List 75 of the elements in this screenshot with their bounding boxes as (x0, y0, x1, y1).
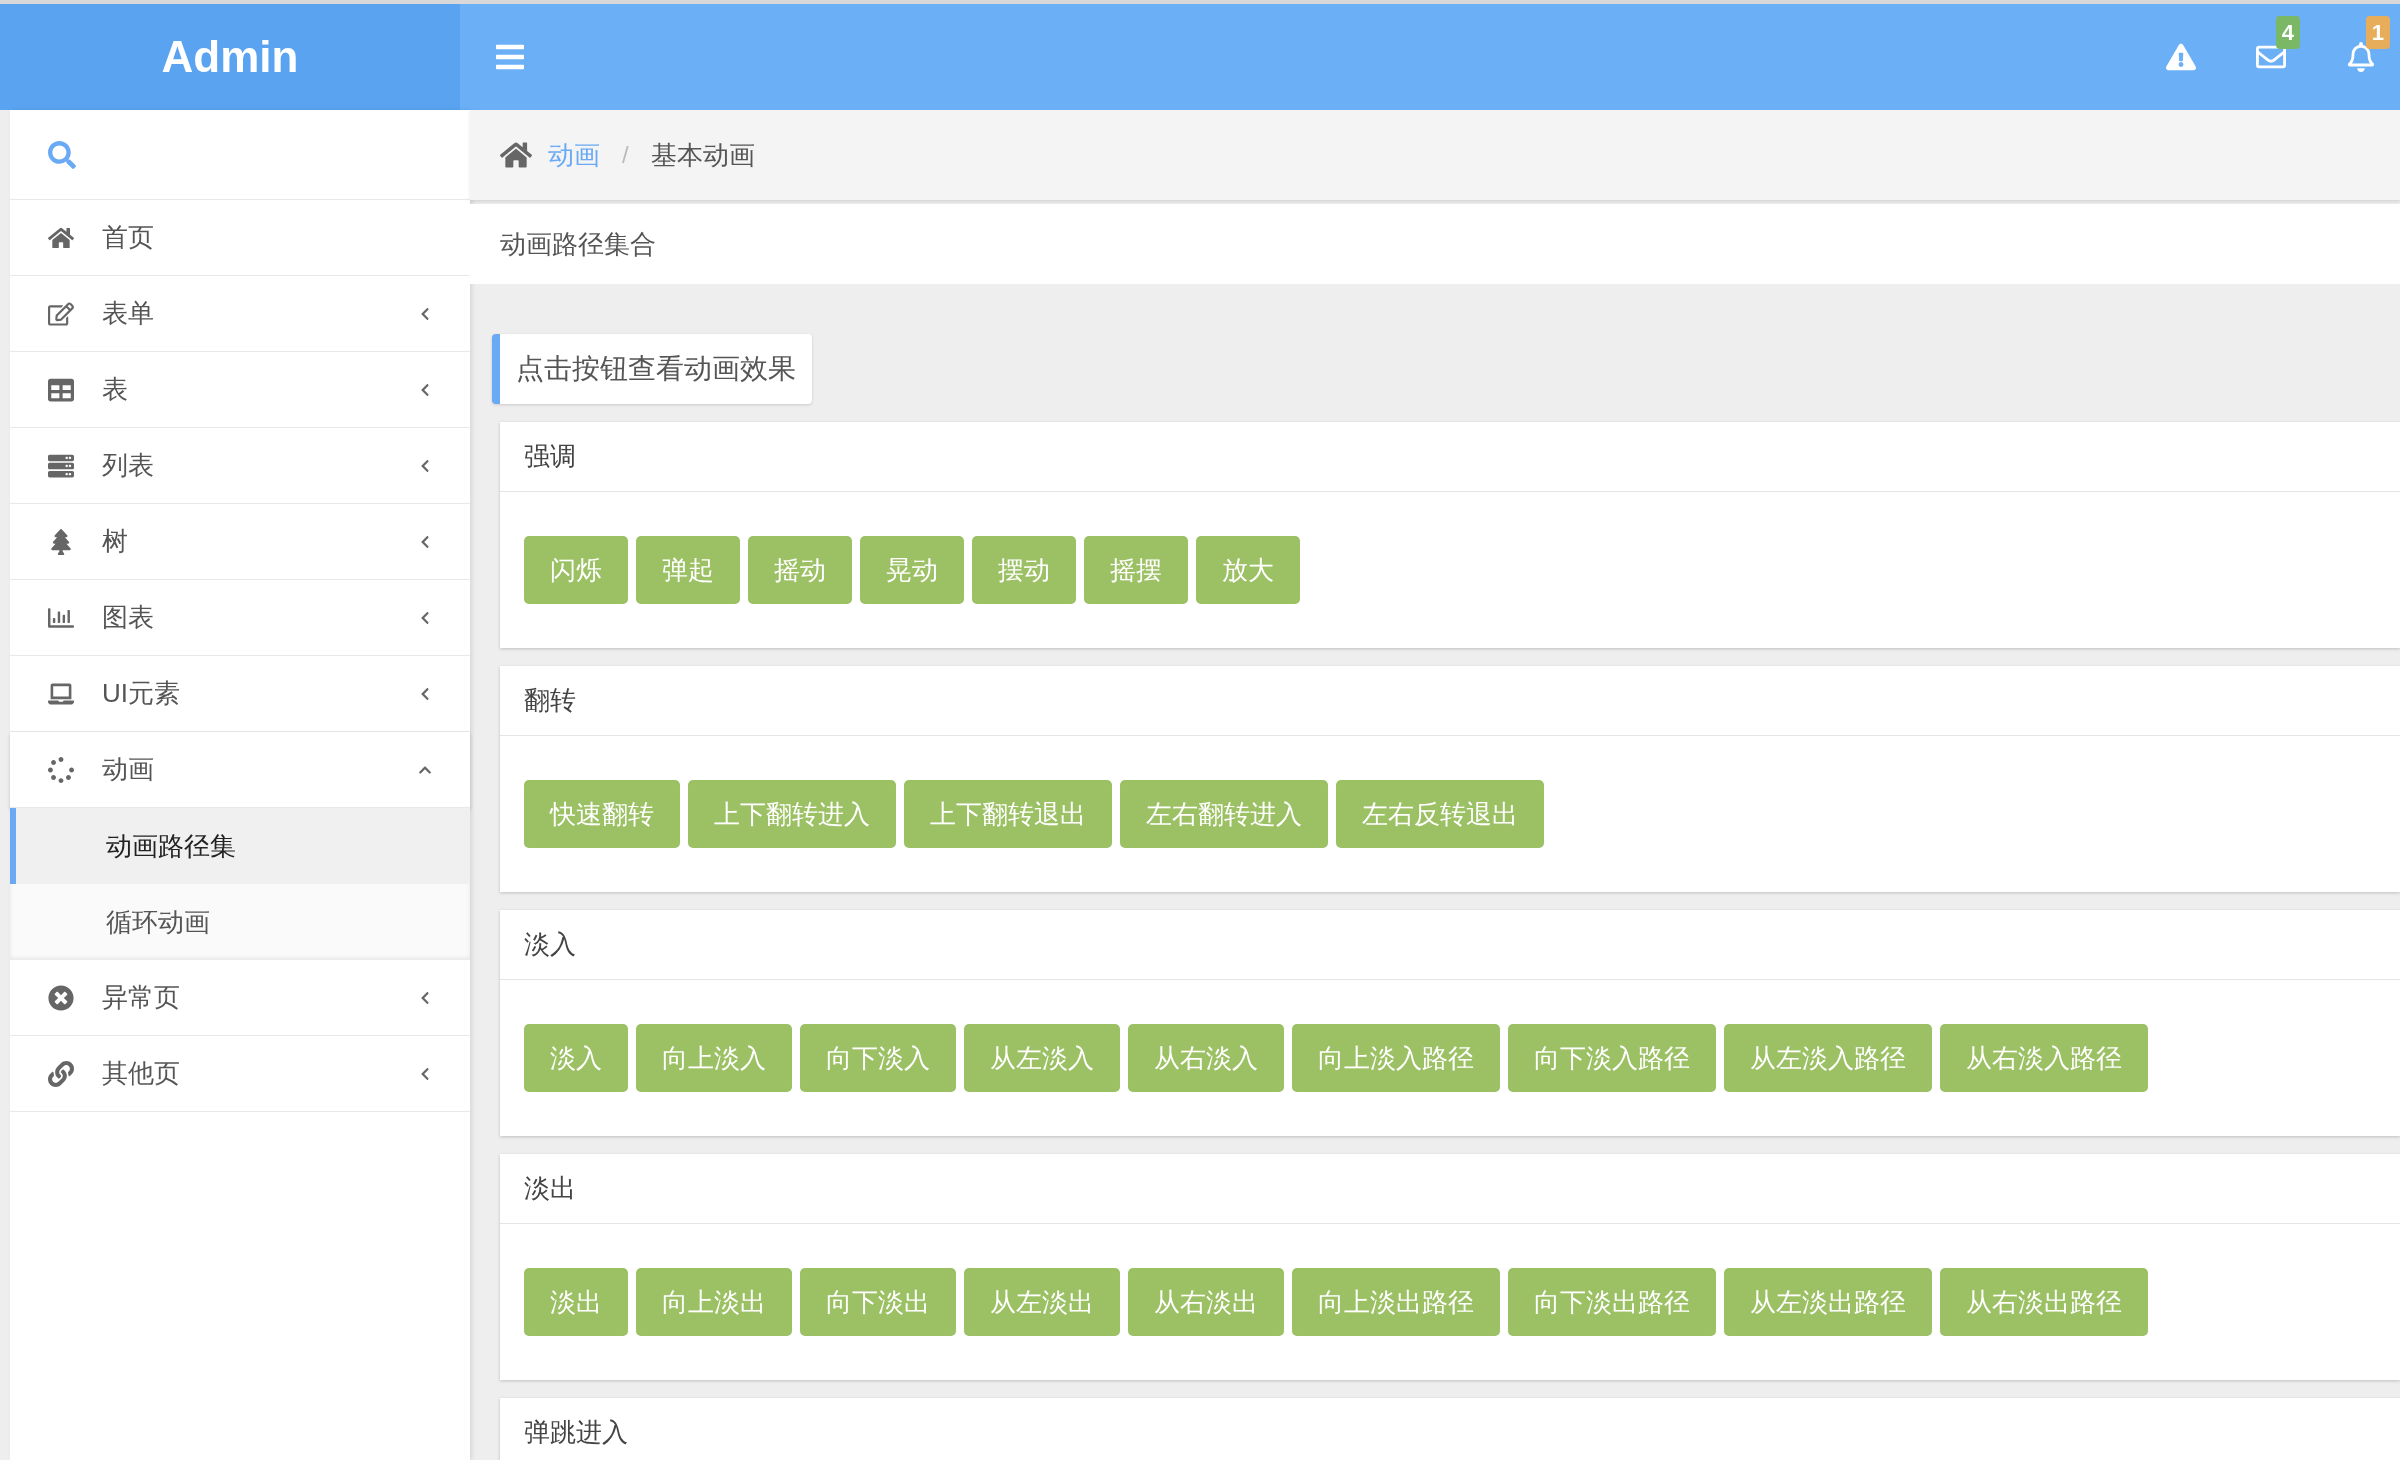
animation-button[interactable]: 向下淡出 (800, 1268, 956, 1336)
link-icon (48, 1060, 74, 1087)
sidebar-item[interactable]: UI元素 (10, 656, 470, 732)
submenu-item[interactable]: 循环动画 (10, 884, 470, 960)
animation-button[interactable]: 上下翻转进入 (688, 780, 896, 848)
sidebar-label: UI元素 (102, 677, 181, 710)
animation-button[interactable]: 从左淡入 (964, 1024, 1120, 1092)
error-icon (48, 984, 74, 1011)
animation-button[interactable]: 从左淡出 (964, 1268, 1120, 1336)
panel-title: 淡入 (524, 928, 576, 961)
sidebar-label: 表单 (102, 297, 155, 330)
animation-button[interactable]: 放大 (1196, 536, 1300, 604)
sidebar-label: 树 (102, 525, 129, 558)
animation-button[interactable]: 摇动 (748, 536, 852, 604)
sidebar-item[interactable]: 首页 (10, 200, 470, 276)
page-title: 动画路径集合 (500, 227, 656, 261)
sidebar-label: 表 (102, 373, 129, 406)
panel-title: 弹跳进入 (524, 1416, 628, 1449)
animation-button[interactable]: 淡出 (524, 1268, 628, 1336)
animation-button[interactable]: 左右反转退出 (1336, 780, 1544, 848)
sidebar-label: 列表 (102, 449, 155, 482)
panel-title: 强调 (524, 440, 576, 473)
animation-button[interactable]: 左右翻转进入 (1120, 780, 1328, 848)
logo-text: Admin (161, 31, 299, 83)
animation-button[interactable]: 摇摆 (1084, 536, 1188, 604)
edit-icon (48, 300, 74, 327)
animation-button[interactable]: 向下淡入路径 (1508, 1024, 1716, 1092)
sidebar-item[interactable]: 图表 (10, 580, 470, 656)
sidebar-item[interactable]: 列表 (10, 428, 470, 504)
animation-button[interactable]: 晃动 (860, 536, 964, 604)
animation-button[interactable]: 闪烁 (524, 536, 628, 604)
sidebar-label: 动画 (102, 753, 155, 786)
animation-button[interactable]: 淡入 (524, 1024, 628, 1092)
sidebar-label: 其他页 (102, 1057, 181, 1090)
warning-icon[interactable] (2166, 42, 2196, 72)
animation-button[interactable]: 向上淡出 (636, 1268, 792, 1336)
bell-icon[interactable] (2346, 42, 2376, 72)
sidebar-item[interactable]: 树 (10, 504, 470, 580)
submenu-item[interactable]: 动画路径集 (10, 808, 470, 884)
sidebar-item[interactable]: 表 (10, 352, 470, 428)
animation-button[interactable]: 向上淡出路径 (1292, 1268, 1500, 1336)
sidebar-item[interactable]: 其他页 (10, 1036, 470, 1112)
animation-button[interactable]: 从左淡出路径 (1724, 1268, 1932, 1336)
count-badge: 1 (2365, 16, 2390, 49)
animation-button[interactable]: 从右淡出 (1128, 1268, 1284, 1336)
sidebar-item[interactable]: 异常页 (10, 960, 470, 1036)
animation-button[interactable]: 从左淡入路径 (1724, 1024, 1932, 1092)
animation-button[interactable]: 向上淡入路径 (1292, 1024, 1500, 1092)
animation-button[interactable]: 快速翻转 (524, 780, 680, 848)
panel-title: 翻转 (524, 684, 576, 717)
sidebar-item[interactable]: 表单 (10, 276, 470, 352)
animation-button[interactable]: 向下淡出路径 (1508, 1268, 1716, 1336)
animation-button[interactable]: 弹起 (636, 536, 740, 604)
sidebar-label: 异常页 (102, 981, 181, 1014)
animation-button[interactable]: 摆动 (972, 536, 1076, 604)
breadcrumb-link[interactable]: 动画 (548, 135, 600, 175)
table-icon (48, 376, 74, 403)
list-icon (48, 452, 74, 479)
search-icon[interactable] (48, 140, 76, 169)
panel-title: 淡出 (524, 1172, 576, 1205)
animation-button[interactable]: 从右淡入路径 (1940, 1024, 2148, 1092)
animation-button[interactable]: 从右淡入 (1128, 1024, 1284, 1092)
count-badge: 4 (2275, 16, 2300, 49)
animation-button[interactable]: 上下翻转退出 (904, 780, 1112, 848)
tree-icon (48, 528, 74, 555)
animation-button[interactable]: 向上淡入 (636, 1024, 792, 1092)
spinner-icon (48, 756, 74, 783)
sidebar-item[interactable]: 动画 (10, 732, 470, 808)
callout-text: 点击按钮查看动画效果 (516, 352, 796, 386)
sidebar-label: 首页 (102, 221, 155, 254)
breadcrumb-current: 基本动画 (650, 138, 755, 172)
animation-button[interactable]: 向下淡入 (800, 1024, 956, 1092)
breadcrumb-separator: / (622, 140, 629, 170)
animation-button[interactable]: 从右淡出路径 (1940, 1268, 2148, 1336)
sidebar-label: 图表 (102, 601, 155, 634)
